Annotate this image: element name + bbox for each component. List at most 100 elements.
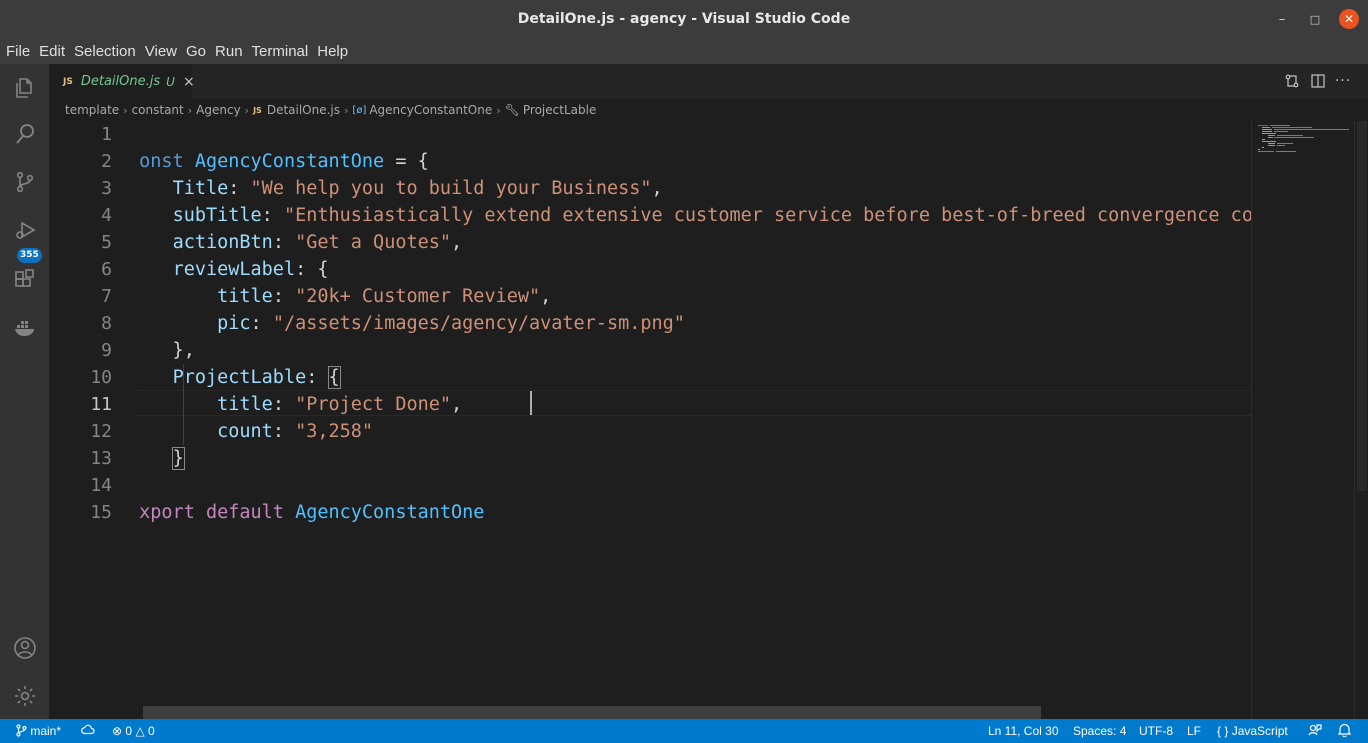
code-token: : xyxy=(261,205,284,226)
sync-icon[interactable] xyxy=(81,719,95,743)
breadcrumb: template › constant › Agency › JS Detail… xyxy=(49,99,1368,121)
line-number: 4 xyxy=(101,205,112,226)
menu-selection[interactable]: Selection xyxy=(70,43,140,60)
code-line: export default AgencyConstantOne xyxy=(138,499,484,526)
line-number: 11 xyxy=(90,394,112,415)
code-line: title: "Project Done", xyxy=(138,391,462,418)
menu-terminal[interactable]: Terminal xyxy=(248,43,313,60)
code-line: const AgencyConstantOne = { xyxy=(138,148,429,175)
cursor-position[interactable]: Ln 11, Col 30 xyxy=(988,719,1059,743)
indentation[interactable]: Spaces: 4 xyxy=(1073,719,1126,743)
title-bar: DetailOne.js - agency - Visual Studio Co… xyxy=(0,0,1368,38)
accounts-icon[interactable] xyxy=(0,628,49,668)
line-number: 8 xyxy=(101,313,112,334)
code-token: reviewLabel xyxy=(172,259,296,280)
tab-detailone[interactable]: JS DetailOne.js U × xyxy=(49,64,195,99)
minimap-line xyxy=(1268,143,1275,144)
problems-indicator[interactable]: ⊗ 0 △ 0 xyxy=(112,719,155,743)
minimap-line xyxy=(1274,137,1314,138)
chevron-right-icon: › xyxy=(496,103,501,117)
code-line: actionBtn: "Get a Quotes", xyxy=(138,229,463,256)
manage-gear-icon[interactable] xyxy=(0,676,49,716)
chevron-right-icon: › xyxy=(187,103,193,117)
minimap-line xyxy=(1274,129,1349,130)
code-token: "Project Done" xyxy=(295,394,452,415)
code-line: Title: "We help you to build your Busine… xyxy=(138,175,663,202)
status-bar: main* ⊗ 0 △ 0 Ln 11, Col 30 Spaces: 4 UT… xyxy=(0,719,1368,743)
code-editor[interactable]: 123456789101112131415 const AgencyConsta… xyxy=(49,121,1251,719)
tab-close-icon[interactable]: × xyxy=(183,74,195,90)
error-count: 0 xyxy=(125,724,133,738)
minimap-line xyxy=(1277,145,1285,146)
extensions-icon[interactable] xyxy=(0,260,49,300)
breadcrumb-constant[interactable]: constant xyxy=(132,103,184,117)
menu-view[interactable]: View xyxy=(141,43,181,60)
maximize-icon[interactable]: □ xyxy=(1306,10,1324,28)
code-token: "3,258" xyxy=(295,421,374,442)
vertical-scrollbar-thumb[interactable] xyxy=(1357,121,1367,491)
error-icon: ⊗ xyxy=(112,724,123,738)
menu-edit[interactable]: Edit xyxy=(35,43,69,60)
breadcrumb-template[interactable]: template xyxy=(65,103,119,117)
search-icon[interactable] xyxy=(0,114,49,154)
horizontal-scrollbar[interactable] xyxy=(143,706,1041,719)
breadcrumb-file[interactable]: DetailOne.js xyxy=(267,103,340,117)
code-token: : xyxy=(272,394,296,415)
close-icon[interactable]: ✕ xyxy=(1339,9,1359,29)
encoding[interactable]: UTF-8 xyxy=(1139,719,1173,743)
code-token: count xyxy=(217,421,273,442)
run-debug-icon[interactable] xyxy=(0,210,49,250)
line-number: 13 xyxy=(90,448,112,469)
feedback-icon[interactable] xyxy=(1308,719,1322,743)
line-number: 15 xyxy=(90,502,112,523)
indent-guide xyxy=(183,364,184,445)
variable-symbol-icon: [ø] xyxy=(352,104,367,116)
code-line: } xyxy=(138,445,185,472)
code-line: } xyxy=(138,472,139,499)
explorer-icon[interactable] xyxy=(0,68,49,108)
code-token: , xyxy=(451,394,463,415)
tab-untracked-status: U xyxy=(166,74,175,89)
code-token: "20k+ Customer Review" xyxy=(295,286,541,307)
minimize-icon[interactable]: – xyxy=(1273,10,1291,28)
menu-help[interactable]: Help xyxy=(313,43,352,60)
git-branch-icon xyxy=(16,724,27,737)
code-line: count: "3,258" xyxy=(138,418,373,445)
branch-indicator[interactable]: main* xyxy=(16,719,61,743)
more-actions-icon[interactable]: ··· xyxy=(1335,73,1351,89)
chevron-right-icon: › xyxy=(244,103,250,117)
end-of-line[interactable]: LF xyxy=(1187,719,1201,743)
code-token: }, xyxy=(172,340,195,361)
language-mode[interactable]: { } JavaScript xyxy=(1217,719,1288,743)
docker-icon[interactable] xyxy=(0,308,49,348)
minimap-line xyxy=(1258,149,1260,150)
menu-file[interactable]: File xyxy=(2,43,34,60)
bell-icon[interactable] xyxy=(1337,719,1352,743)
line-number: 14 xyxy=(90,475,112,496)
code-token: "Get a Quotes" xyxy=(295,232,452,253)
line-number: 7 xyxy=(101,286,112,307)
menu-go[interactable]: Go xyxy=(182,43,210,60)
compare-changes-icon[interactable] xyxy=(1284,73,1300,89)
split-editor-icon[interactable] xyxy=(1310,73,1326,89)
code-token: { xyxy=(327,366,341,389)
minimap-line xyxy=(1262,139,1265,140)
menu-run[interactable]: Run xyxy=(211,43,247,60)
source-control-icon[interactable] xyxy=(0,162,49,202)
code-token: AgencyConstantOne xyxy=(295,502,485,523)
breadcrumb-property[interactable]: ProjectLable xyxy=(523,103,596,117)
breadcrumb-symbol[interactable]: AgencyConstantOne xyxy=(369,103,492,117)
minimap[interactable] xyxy=(1251,121,1354,719)
code-area[interactable]: const AgencyConstantOne = { Title: "We h… xyxy=(138,121,1251,719)
line-number: 3 xyxy=(101,178,112,199)
code-token: : xyxy=(272,232,296,253)
breadcrumb-agency[interactable]: Agency xyxy=(196,103,241,117)
vertical-scrollbar[interactable] xyxy=(1354,121,1368,719)
language-braces-icon: { } xyxy=(1217,724,1229,738)
line-number: 2 xyxy=(101,151,112,172)
